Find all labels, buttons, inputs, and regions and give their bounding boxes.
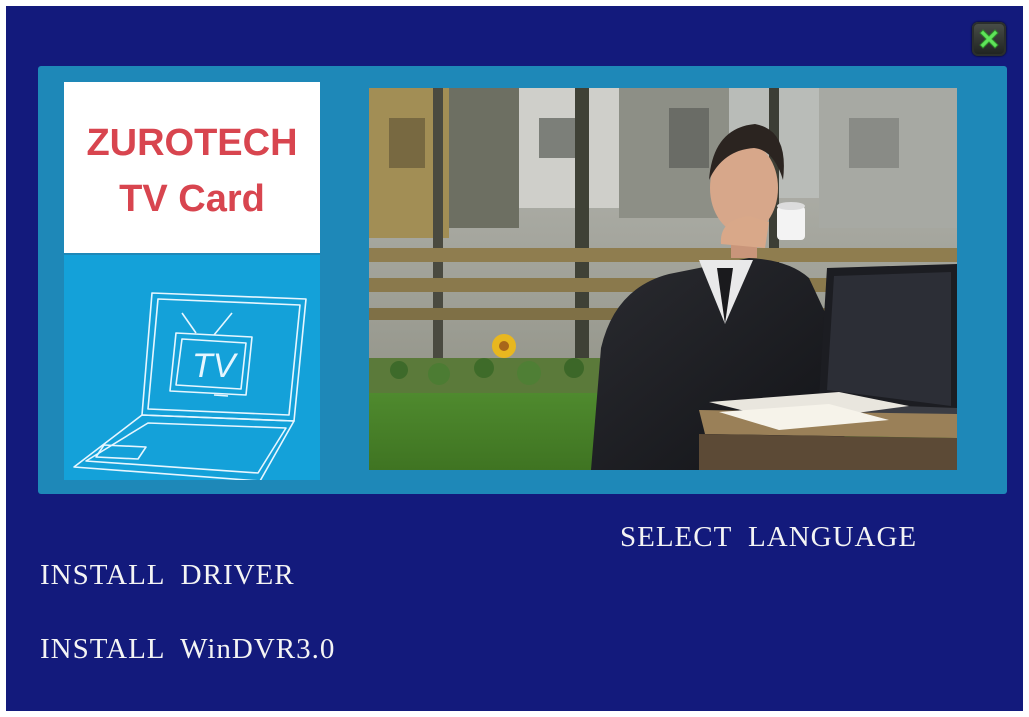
brand-logo-box: ZUROTECH TV Card — [64, 82, 320, 253]
laptop-screen-label: TV — [192, 347, 239, 385]
brand-title: ZUROTECH — [86, 122, 298, 164]
laptop-tv-icon: TV — [73, 292, 307, 482]
install-windvr-link[interactable]: INSTALL WinDVR3.0 — [40, 633, 335, 666]
brand-subtitle: TV Card — [119, 178, 265, 220]
install-driver-link[interactable]: INSTALL DRIVER — [40, 559, 295, 592]
businessman-photo — [369, 88, 957, 470]
laptop-illustration: TV — [64, 255, 320, 482]
select-language-link[interactable]: SELECT LANGUAGE — [620, 521, 917, 554]
installer-window: ZUROTECH TV Card TV SELECT LANGUAGE INST… — [6, 6, 1023, 711]
close-button[interactable] — [972, 22, 1006, 56]
close-icon — [979, 29, 999, 49]
hero-photo — [369, 88, 957, 470]
header-banner: ZUROTECH TV Card TV — [38, 66, 1007, 494]
